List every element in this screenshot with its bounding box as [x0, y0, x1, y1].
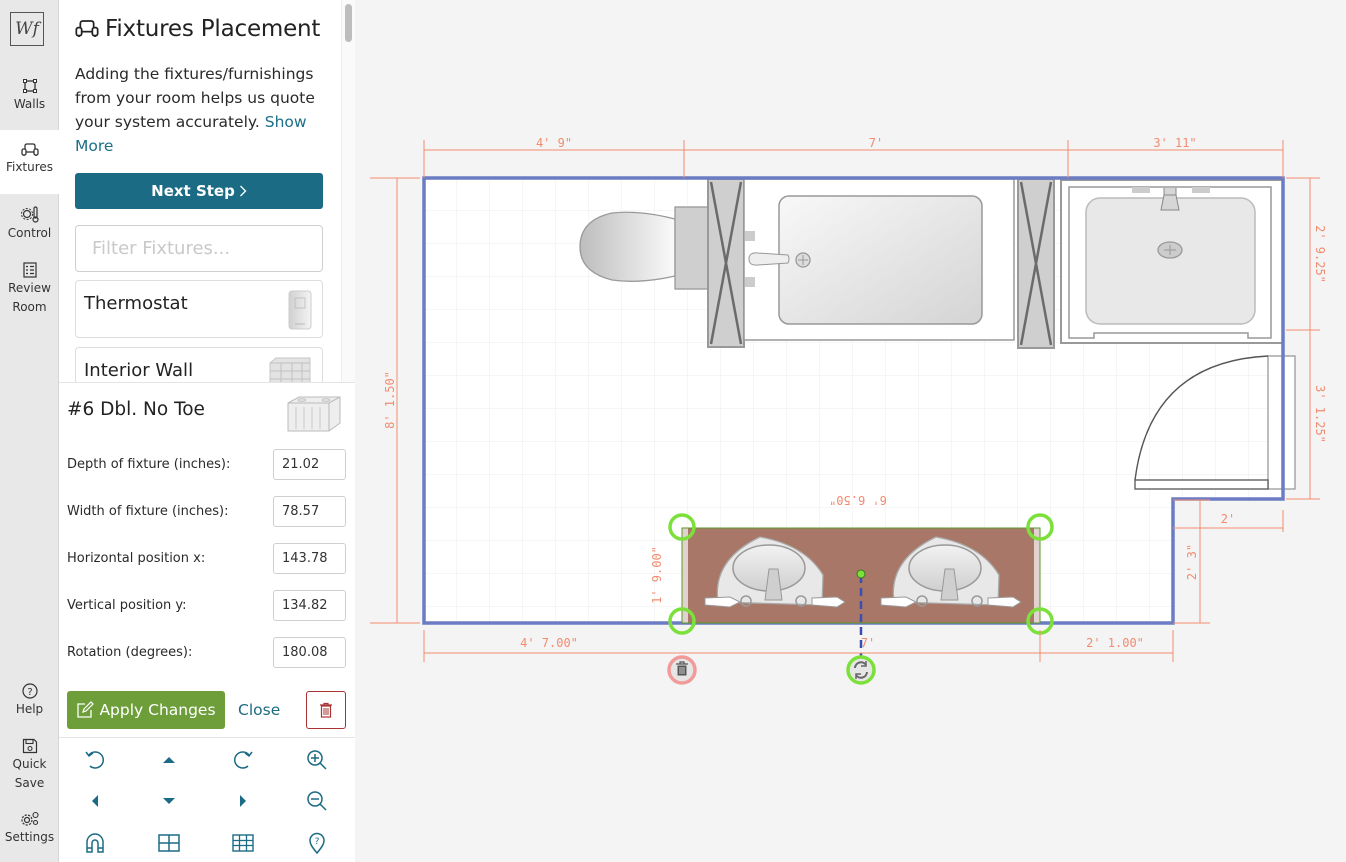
room-canvas[interactable]: 4' 9" 7' 3' 11" 2' 9.25" 3' 1.25" 8' 1.5… — [355, 0, 1346, 862]
delete-fixture-button[interactable] — [306, 691, 346, 729]
vanity-thumb-icon — [287, 396, 341, 432]
intro-text: Adding the fixtures/furnishings from you… — [75, 65, 315, 155]
grid-large-icon — [158, 834, 180, 852]
panel-title: Fixtures Placement — [75, 16, 320, 42]
save-icon — [22, 738, 37, 754]
dim-vanity-width: 6' 6.50" — [829, 493, 887, 507]
snap-magnet-button[interactable] — [80, 828, 110, 858]
move-right-button[interactable] — [228, 786, 258, 816]
rail-item-control[interactable]: Control — [0, 206, 59, 256]
thermostat-icon — [20, 206, 39, 223]
settings-icon — [20, 811, 39, 826]
interior-wall-2[interactable] — [1017, 178, 1055, 349]
dim-notch-height: 2' 3" — [1185, 544, 1199, 580]
rail-item-help[interactable]: ? Help — [0, 683, 59, 723]
rail-item-settings[interactable]: Settings — [0, 811, 59, 851]
center-point — [856, 569, 866, 579]
horizontal-position-input[interactable] — [273, 543, 346, 574]
zoom-in-icon — [307, 750, 327, 770]
rail-item-quick-save[interactable]: Quick Save — [0, 738, 59, 794]
depth-input[interactable] — [273, 449, 346, 480]
fixture-edit-section: #6 Dbl. No Toe Depth of fixture (inches)… — [59, 382, 355, 862]
move-down-button[interactable] — [154, 786, 184, 816]
dim-right-upper: 2' 9.25" — [1313, 225, 1327, 283]
chevron-right-icon — [239, 185, 247, 197]
trash-icon — [320, 702, 332, 718]
zoom-out-button[interactable] — [302, 786, 332, 816]
interior-wall-1[interactable] — [707, 178, 745, 348]
delete-handle[interactable] — [667, 655, 697, 685]
armchair-icon — [75, 20, 99, 37]
dim-top-mid: 7' — [869, 136, 883, 150]
magnet-icon — [86, 833, 104, 853]
grid-small-icon — [232, 834, 254, 852]
vertical-position-field: Vertical position y: — [67, 590, 347, 622]
rotation-field: Rotation (degrees): — [67, 637, 347, 669]
zoom-in-button[interactable] — [302, 745, 332, 775]
bathtub-fixture[interactable] — [743, 178, 1015, 341]
rotate-right-icon — [233, 751, 253, 769]
location-help-button[interactable]: ? — [302, 828, 332, 858]
fixture-card-thermostat[interactable]: Thermostat — [75, 280, 323, 338]
move-right-icon — [240, 795, 246, 807]
logo[interactable]: Wf — [10, 12, 44, 46]
dim-notch-width: 2' — [1221, 512, 1235, 526]
rotation-input[interactable] — [273, 637, 346, 668]
grid-large-button[interactable] — [154, 828, 184, 858]
tool-grid: ? — [59, 737, 355, 862]
interior-wall-thumb-icon — [269, 357, 311, 382]
location-help-icon: ? — [309, 832, 325, 854]
help-icon: ? — [21, 683, 38, 699]
dim-top-left: 4' 9" — [536, 136, 572, 150]
dim-bottom-left: 4' 7.00" — [520, 636, 578, 650]
grid-small-button[interactable] — [228, 828, 258, 858]
move-up-icon — [163, 757, 175, 763]
rotate-right-button[interactable] — [228, 745, 258, 775]
rotate-left-icon — [85, 751, 105, 769]
svg-text:?: ? — [27, 687, 32, 698]
edit-icon — [77, 701, 95, 718]
walls-icon — [22, 79, 37, 93]
zoom-out-icon — [307, 791, 327, 811]
armchair-icon — [20, 143, 39, 156]
width-input[interactable] — [273, 496, 346, 527]
fixture-card-interior-wall[interactable]: Interior Wall — [75, 347, 323, 382]
move-left-icon — [92, 795, 98, 807]
move-down-icon — [163, 798, 175, 804]
rail-item-walls[interactable]: Walls — [0, 78, 59, 128]
dim-vanity-depth: 1' 9.00" — [650, 546, 664, 604]
horizontal-position-field: Horizontal position x: — [67, 543, 347, 575]
move-up-button[interactable] — [154, 745, 184, 775]
fixture-name: #6 Dbl. No Toe — [67, 399, 205, 420]
apply-changes-button[interactable]: Apply Changes — [67, 691, 225, 729]
width-field: Width of fixture (inches): — [67, 496, 347, 528]
dim-bottom-mid: 7' — [861, 636, 875, 650]
panel-scrollbar[interactable] — [341, 0, 355, 382]
nav-rail: Wf Walls Fixtures Control Review Room ? … — [0, 0, 59, 862]
thermostat-thumb-icon — [288, 290, 312, 330]
dim-left: 8' 1.50" — [383, 371, 397, 429]
svg-text:?: ? — [315, 837, 320, 847]
rail-item-review-room[interactable]: Review Room — [0, 262, 59, 316]
dim-right-lower: 3' 1.25" — [1313, 385, 1327, 443]
close-link[interactable]: Close — [238, 701, 280, 719]
checklist-icon — [22, 262, 37, 278]
rail-item-fixtures[interactable]: Fixtures — [0, 130, 59, 194]
fixtures-scroll-area: Fixtures Placement Adding the fixtures/f… — [59, 0, 341, 382]
dim-bottom-right: 2' 1.00" — [1086, 636, 1144, 650]
rotate-left-button[interactable] — [80, 745, 110, 775]
vertical-position-input[interactable] — [273, 590, 346, 621]
rotate-handle[interactable] — [846, 655, 876, 685]
dim-top-right: 3' 11" — [1153, 136, 1196, 150]
depth-field: Depth of fixture (inches): — [67, 449, 347, 481]
fixtures-panel: Fixtures Placement Adding the fixtures/f… — [59, 0, 355, 862]
floor-plan[interactable]: 4' 9" 7' 3' 11" 2' 9.25" 3' 1.25" 8' 1.5… — [355, 0, 1346, 862]
filter-fixtures-input[interactable] — [75, 225, 323, 272]
scrollbar-thumb[interactable] — [345, 4, 352, 42]
next-step-button[interactable]: Next Step — [75, 173, 323, 209]
shower-fixture[interactable] — [1060, 179, 1284, 344]
move-left-button[interactable] — [80, 786, 110, 816]
